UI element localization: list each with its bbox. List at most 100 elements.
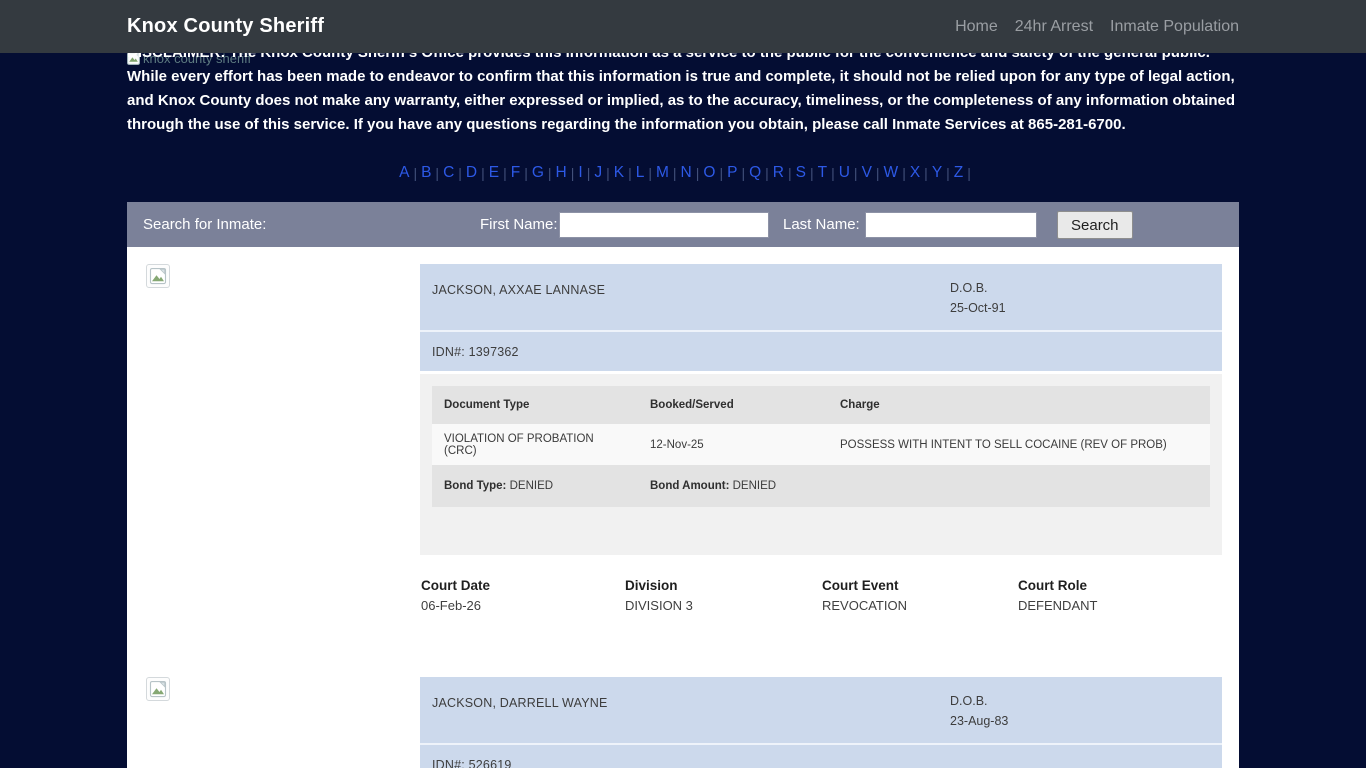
alphabet-letter-S[interactable]: S <box>796 164 806 182</box>
court-role-header: Court Role <box>1018 576 1218 596</box>
nav-link-24hr-arrest[interactable]: 24hr Arrest <box>1015 18 1093 36</box>
alphabet-letter-W[interactable]: W <box>884 164 899 182</box>
alphabet-separator: | <box>924 165 928 181</box>
alphabet-separator: | <box>810 165 814 181</box>
alphabet-letter-X[interactable]: X <box>910 164 920 182</box>
search-bar-title: Search for Inmate: <box>143 216 266 233</box>
inmate-name: JACKSON, DARRELL WAYNE <box>432 696 608 710</box>
court-date-value: 06-Feb-26 <box>421 596 625 616</box>
top-navbar: Knox County Sheriff Home 24hr Arrest Inm… <box>0 0 1366 53</box>
column-booked-served: Booked/Served <box>638 386 828 424</box>
record-header: JACKSON, DARRELL WAYNE D.O.B. 23-Aug-83 <box>420 677 1222 743</box>
first-name-label: First Name: <box>480 216 558 233</box>
alphabet-separator: | <box>902 165 906 181</box>
court-event-value: REVOCATION <box>822 596 1018 616</box>
alphabet-letter-A[interactable]: A <box>399 164 409 182</box>
alphabet-letter-U[interactable]: U <box>839 164 850 182</box>
column-document-type: Document Type <box>432 386 638 424</box>
document-type-value: VIOLATION OF PROBATION (CRC) <box>432 424 638 465</box>
alphabet-letter-D[interactable]: D <box>466 164 477 182</box>
alphabet-separator: | <box>587 165 591 181</box>
alphabet-letter-Q[interactable]: Q <box>749 164 761 182</box>
broken-image-icon <box>149 680 167 698</box>
inmate-photo-placeholder <box>146 677 170 701</box>
alphabet-letter-Z[interactable]: Z <box>954 164 963 182</box>
alphabet-separator: | <box>788 165 792 181</box>
alphabet-letter-F[interactable]: F <box>511 164 520 182</box>
idn-row: IDN#: 526619 <box>420 743 1222 768</box>
alphabet-letter-G[interactable]: G <box>532 164 544 182</box>
page: knox county sheriff DISCLAIMER: The Knox… <box>0 0 1366 768</box>
alphabet-letter-H[interactable]: H <box>556 164 567 182</box>
alphabet-separator: | <box>548 165 552 181</box>
dob-label: D.O.B. <box>950 278 1006 298</box>
alphabet-separator: | <box>413 165 417 181</box>
bond-type-value: DENIED <box>510 480 553 492</box>
booked-served-value: 12-Nov-25 <box>638 424 828 465</box>
inmate-name: JACKSON, AXXAE LANNASE <box>432 283 605 297</box>
bond-type-label: Bond Type: <box>444 480 506 492</box>
column-charge: Charge <box>828 386 1210 424</box>
alphabet-letter-R[interactable]: R <box>773 164 784 182</box>
alphabet-letter-T[interactable]: T <box>818 164 827 182</box>
alphabet-letter-Y[interactable]: Y <box>932 164 942 182</box>
alphabet-letter-M[interactable]: M <box>656 164 669 182</box>
alphabet-letter-L[interactable]: L <box>636 164 645 182</box>
bond-amount-value: DENIED <box>733 480 776 492</box>
court-event-col: Court Event REVOCATION <box>822 576 1018 616</box>
alphabet-separator: | <box>648 165 652 181</box>
court-info: Court Date 06-Feb-26 Division DIVISION 3… <box>420 576 1222 616</box>
nav-link-inmate-population[interactable]: Inmate Population <box>1110 18 1239 36</box>
alphabet-nav: A|B|C|D|E|F|G|H|I|J|K|L|M|N|O|P|Q|R|S|T|… <box>127 162 1239 184</box>
charges-header-row: Document Type Booked/Served Charge <box>432 386 1210 424</box>
court-event-header: Court Event <box>822 576 1018 596</box>
court-date-col: Court Date 06-Feb-26 <box>421 576 625 616</box>
division-value: DIVISION 3 <box>625 596 822 616</box>
navbar-links: Home 24hr Arrest Inmate Population <box>955 18 1239 36</box>
results-area: JACKSON, AXXAE LANNASE D.O.B. 25-Oct-91 … <box>127 247 1239 768</box>
first-name-input[interactable] <box>559 212 769 238</box>
alphabet-separator: | <box>673 165 677 181</box>
brand-title[interactable]: Knox County Sheriff <box>127 15 324 38</box>
alphabet-separator: | <box>571 165 575 181</box>
alphabet-letter-P[interactable]: P <box>727 164 737 182</box>
nav-link-home[interactable]: Home <box>955 18 998 36</box>
alphabet-letter-V[interactable]: V <box>862 164 872 182</box>
charges-table: Document Type Booked/Served Charge VIOLA… <box>432 386 1210 507</box>
bond-amount-cell: Bond Amount: DENIED <box>638 465 1210 507</box>
alphabet-separator: | <box>524 165 528 181</box>
bond-amount-label: Bond Amount: <box>650 480 729 492</box>
alphabet-letter-K[interactable]: K <box>614 164 624 182</box>
dob-block: D.O.B. 25-Oct-91 <box>950 278 1006 318</box>
division-col: Division DIVISION 3 <box>625 576 822 616</box>
court-role-col: Court Role DEFENDANT <box>1018 576 1218 616</box>
alphabet-separator: | <box>741 165 745 181</box>
alphabet-separator: | <box>481 165 485 181</box>
charge-value: POSSESS WITH INTENT TO SELL COCAINE (REV… <box>828 424 1210 465</box>
alphabet-letter-E[interactable]: E <box>489 164 499 182</box>
idn-row: IDN#: 1397362 <box>420 330 1222 371</box>
alphabet-letter-C[interactable]: C <box>443 164 454 182</box>
alphabet-separator: | <box>628 165 632 181</box>
bond-row: Bond Type: DENIED Bond Amount: DENIED <box>432 465 1210 507</box>
alphabet-letter-J[interactable]: J <box>594 164 602 182</box>
inmate-record: JACKSON, AXXAE LANNASE D.O.B. 25-Oct-91 … <box>420 264 1222 616</box>
alphabet-letter-O[interactable]: O <box>703 164 715 182</box>
dob-label: D.O.B. <box>950 691 1008 711</box>
alphabet-letter-I[interactable]: I <box>578 164 582 182</box>
last-name-label: Last Name: <box>783 216 860 233</box>
dob-value: 25-Oct-91 <box>950 298 1006 318</box>
alphabet-separator: | <box>831 165 835 181</box>
broken-image-icon <box>149 267 167 285</box>
last-name-input[interactable] <box>865 212 1037 238</box>
alphabet-letter-B[interactable]: B <box>421 164 431 182</box>
alphabet-separator: | <box>719 165 723 181</box>
alphabet-letter-N[interactable]: N <box>681 164 692 182</box>
dob-value: 23-Aug-83 <box>950 711 1008 731</box>
search-bar: Search for Inmate: First Name: Last Name… <box>127 202 1239 247</box>
alphabet-separator: | <box>967 165 971 181</box>
bond-type-cell: Bond Type: DENIED <box>432 465 638 507</box>
alphabet-separator: | <box>876 165 880 181</box>
dob-block: D.O.B. 23-Aug-83 <box>950 691 1008 731</box>
search-button[interactable]: Search <box>1057 211 1133 239</box>
